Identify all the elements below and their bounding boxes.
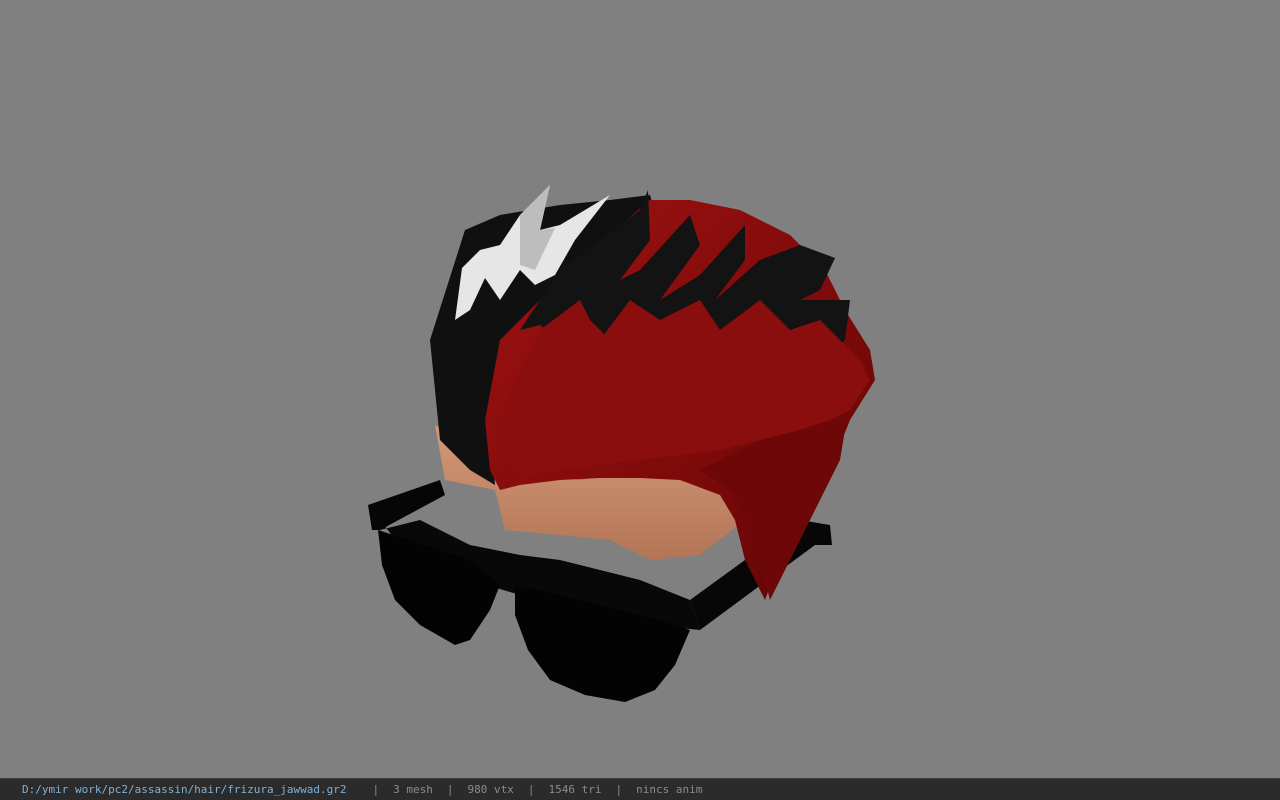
anim-status: nincs anim [636,783,703,796]
triangle-count: 1546 tri [548,783,602,796]
separator: | [527,783,535,796]
status-bar: D:/ymir work/pc2/assassin/hair/frizura_j… [0,778,1280,800]
separator: | [372,783,380,796]
3d-viewport[interactable] [0,0,1280,778]
separator: | [615,783,623,796]
model-preview[interactable] [0,0,1280,778]
vertex-count: 980 vtx [467,783,514,796]
file-path: D:/ymir work/pc2/assassin/hair/frizura_j… [22,783,347,796]
mesh-count: 3 mesh [393,783,433,796]
separator: | [446,783,454,796]
